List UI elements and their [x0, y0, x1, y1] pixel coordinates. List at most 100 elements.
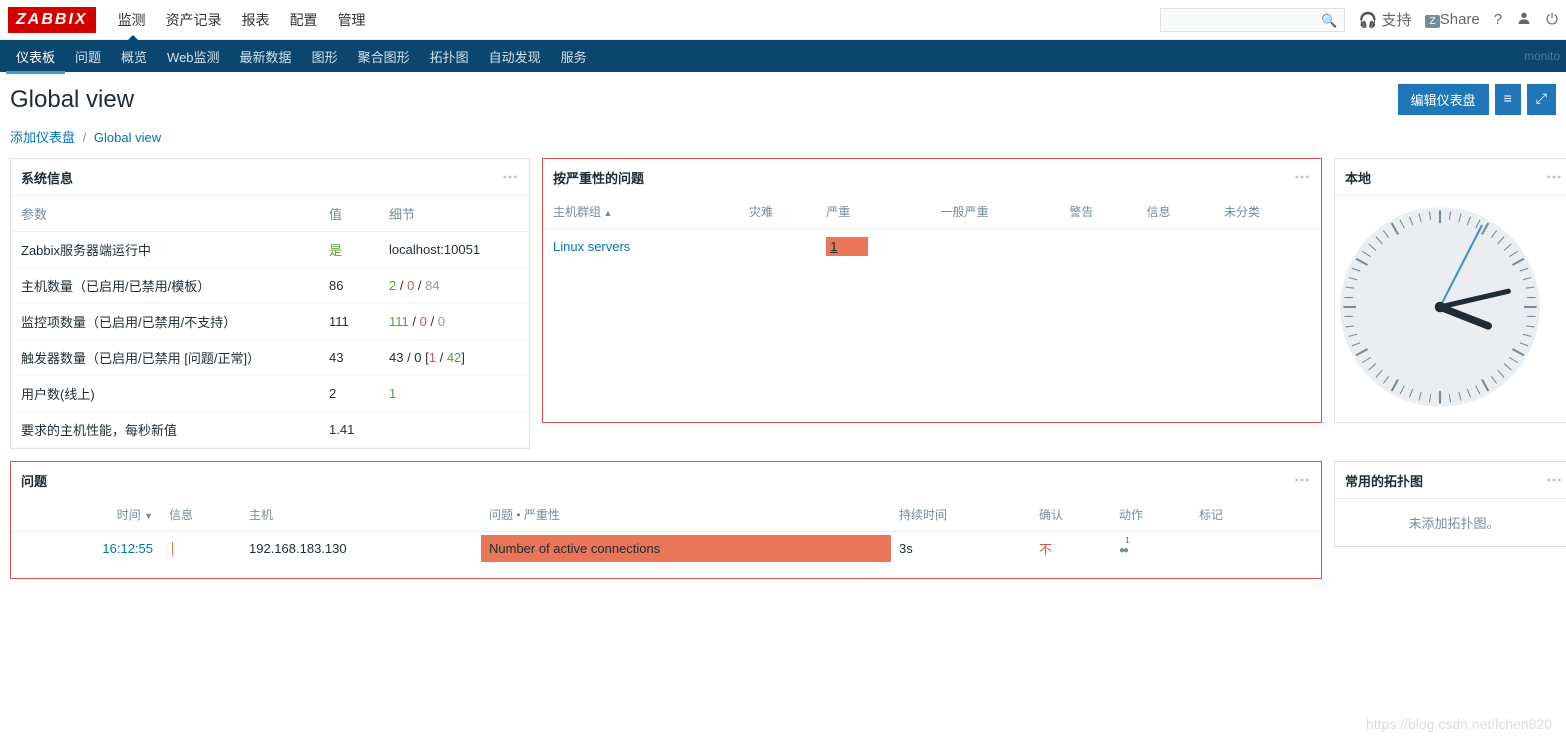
col-time[interactable]: 时间 ▼ [11, 498, 161, 532]
col-average: 一般严重 [935, 195, 1064, 229]
widget-title: 问题 [21, 471, 47, 490]
subnav-item-2[interactable]: 概览 [111, 39, 157, 74]
subnav-item-6[interactable]: 聚合图形 [348, 39, 420, 74]
search-input[interactable]: 🔍 [1160, 8, 1345, 32]
col-warning: 警告 [1063, 195, 1140, 229]
severity-high-count[interactable]: 1 [826, 237, 867, 256]
widget-menu-icon[interactable]: ⋯ [1294, 470, 1311, 490]
problem-action-icon[interactable]: 1 [1119, 541, 1132, 556]
widget-problems-by-severity: 按严重性的问题 ⋯ 主机群组 灾难 严重 一般严重 警告 信息 未分类 Linu… [542, 158, 1322, 423]
problem-time-link[interactable]: 16:12:55 [102, 541, 153, 556]
topbar-right: 🔍 🎧 支持 Z Share ? ⏻ [1160, 8, 1558, 32]
topnav-item-2[interactable]: 报表 [232, 0, 280, 40]
widget-header: 常用的拓扑图 ⋯ [1335, 462, 1566, 499]
sysinfo-param: 主机数量（已启用/已禁用/模板） [11, 268, 319, 304]
widget-title: 本地 [1345, 168, 1371, 187]
sysinfo-param: Zabbix服务器端运行中 [11, 232, 319, 268]
sysinfo-value: 是 [319, 232, 379, 268]
edit-dashboard-button[interactable]: 编辑仪表盘 [1398, 84, 1489, 115]
topnav-item-0[interactable]: 监测 [108, 0, 156, 40]
hostgroup-link[interactable]: Linux servers [553, 239, 630, 254]
subnav-item-9[interactable]: 服务 [551, 39, 597, 74]
widget-menu-icon[interactable]: ⋯ [1546, 470, 1563, 490]
col-ack: 确认 [1031, 498, 1111, 532]
col-info: 信息 [1141, 195, 1218, 229]
widget-menu-icon[interactable]: ⋯ [1294, 167, 1311, 187]
problem-duration: 3s [891, 532, 1031, 566]
col-detail: 细节 [379, 196, 529, 232]
widget-title: 常用的拓扑图 [1345, 471, 1423, 490]
help-icon[interactable]: ? [1494, 11, 1502, 28]
sysinfo-param: 用户数(线上) [11, 376, 319, 412]
share-badge-icon: Z [1425, 15, 1439, 28]
topnav-item-3[interactable]: 配置 [280, 0, 328, 40]
topnav: 监测资产记录报表配置管理 [108, 0, 376, 40]
logo[interactable]: ZABBIX [8, 7, 96, 33]
widget-title: 按严重性的问题 [553, 168, 644, 187]
sysinfo-row: Zabbix服务器端运行中是localhost:10051 [11, 232, 529, 268]
widget-header: 本地 ⋯ [1335, 159, 1566, 196]
user-icon[interactable] [1516, 10, 1532, 30]
subnav-item-5[interactable]: 图形 [302, 39, 348, 74]
problems-table: 时间 ▼ 信息 主机 问题 • 严重性 持续时间 确认 动作 标记 16:12:… [11, 498, 1321, 565]
sysinfo-value: 1.41 [319, 412, 379, 448]
widget-menu-icon[interactable]: ⋯ [502, 167, 519, 187]
topnav-item-4[interactable]: 管理 [328, 0, 376, 40]
col-unclassified: 未分类 [1218, 195, 1321, 229]
widget-header: 按严重性的问题 ⋯ [543, 159, 1321, 195]
severity-row: Linux servers 1 [543, 229, 1321, 265]
subnav-right-text: monito [1524, 49, 1560, 63]
col-actions: 动作 [1111, 498, 1191, 532]
sysinfo-detail: 1 [379, 376, 529, 412]
widget-title: 系统信息 [21, 168, 73, 187]
widget-problems: 问题 ⋯ 时间 ▼ 信息 主机 问题 • 严重性 持续时间 确认 动作 标记 1… [10, 461, 1322, 579]
subnav-item-3[interactable]: Web监测 [157, 39, 230, 74]
breadcrumb-root[interactable]: 添加仪表盘 [10, 130, 75, 145]
subnav-item-1[interactable]: 问题 [65, 39, 111, 74]
col-param: 参数 [11, 196, 319, 232]
sysinfo-value: 111 [319, 304, 379, 340]
col-tags: 标记 [1191, 498, 1321, 532]
breadcrumb-current[interactable]: Global view [94, 130, 161, 145]
sysinfo-detail: 2 / 0 / 84 [379, 268, 529, 304]
widget-system-info: 系统信息 ⋯ 参数 值 细节 Zabbix服务器端运行中是localhost:1… [10, 158, 530, 449]
share-label: Share [1440, 11, 1480, 28]
subnav-item-0[interactable]: 仪表板 [6, 39, 65, 74]
subnav-item-8[interactable]: 自动发现 [479, 39, 551, 74]
favorite-maps-empty: 未添加拓扑图。 [1335, 499, 1566, 546]
sysinfo-detail [379, 412, 529, 448]
topnav-item-1[interactable]: 资产记录 [156, 0, 232, 40]
page-header: Global view 编辑仪表盘 ≡ ⤢ [0, 72, 1566, 127]
problem-row: 16:12:55 192.168.183.130 Number of activ… [11, 532, 1321, 566]
col-disaster: 灾难 [743, 195, 820, 229]
topbar: ZABBIX 监测资产记录报表配置管理 🔍 🎧 支持 Z Share ? ⏻ [0, 0, 1566, 40]
sysinfo-row: 监控项数量（已启用/已禁用/不支持）111111 / 0 / 0 [11, 304, 529, 340]
page-title: Global view [10, 86, 134, 114]
problem-host: 192.168.183.130 [241, 532, 481, 566]
breadcrumb: 添加仪表盘 / Global view [0, 127, 1566, 158]
support-label: 支持 [1381, 12, 1411, 29]
fullscreen-button[interactable]: ⤢ [1527, 84, 1556, 115]
sysinfo-param: 触发器数量（已启用/已禁用 [问题/正常]） [11, 340, 319, 376]
sysinfo-value: 2 [319, 376, 379, 412]
subnav-item-4[interactable]: 最新数据 [230, 39, 302, 74]
watermark: https://blog.csdn.net/lchen820 [1366, 716, 1552, 732]
clock-face [1335, 202, 1545, 412]
sysinfo-detail: localhost:10051 [379, 232, 529, 268]
col-hostgroup[interactable]: 主机群组 [543, 195, 743, 229]
problem-ack-link[interactable]: 不 [1039, 542, 1052, 557]
widget-menu-icon[interactable]: ⋯ [1546, 167, 1563, 187]
power-icon[interactable]: ⏻ [1546, 11, 1558, 28]
dashboard-menu-button[interactable]: ≡ [1495, 84, 1521, 115]
col-value: 值 [319, 196, 379, 232]
support-link[interactable]: 🎧 支持 [1359, 9, 1412, 30]
breadcrumb-separator: / [83, 130, 87, 145]
subnav-item-7[interactable]: 拓扑图 [420, 39, 479, 74]
dashboard-grid: 系统信息 ⋯ 参数 值 细节 Zabbix服务器端运行中是localhost:1… [0, 158, 1566, 579]
sysinfo-row: 触发器数量（已启用/已禁用 [问题/正常]）4343 / 0 [1 / 42] [11, 340, 529, 376]
share-link[interactable]: Z Share [1425, 11, 1479, 28]
col-host: 主机 [241, 498, 481, 532]
widget-clock: 本地 ⋯ [1334, 158, 1566, 423]
severity-table: 主机群组 灾难 严重 一般严重 警告 信息 未分类 Linux servers … [543, 195, 1321, 264]
problem-severity-cell[interactable]: Number of active connections [481, 535, 891, 562]
